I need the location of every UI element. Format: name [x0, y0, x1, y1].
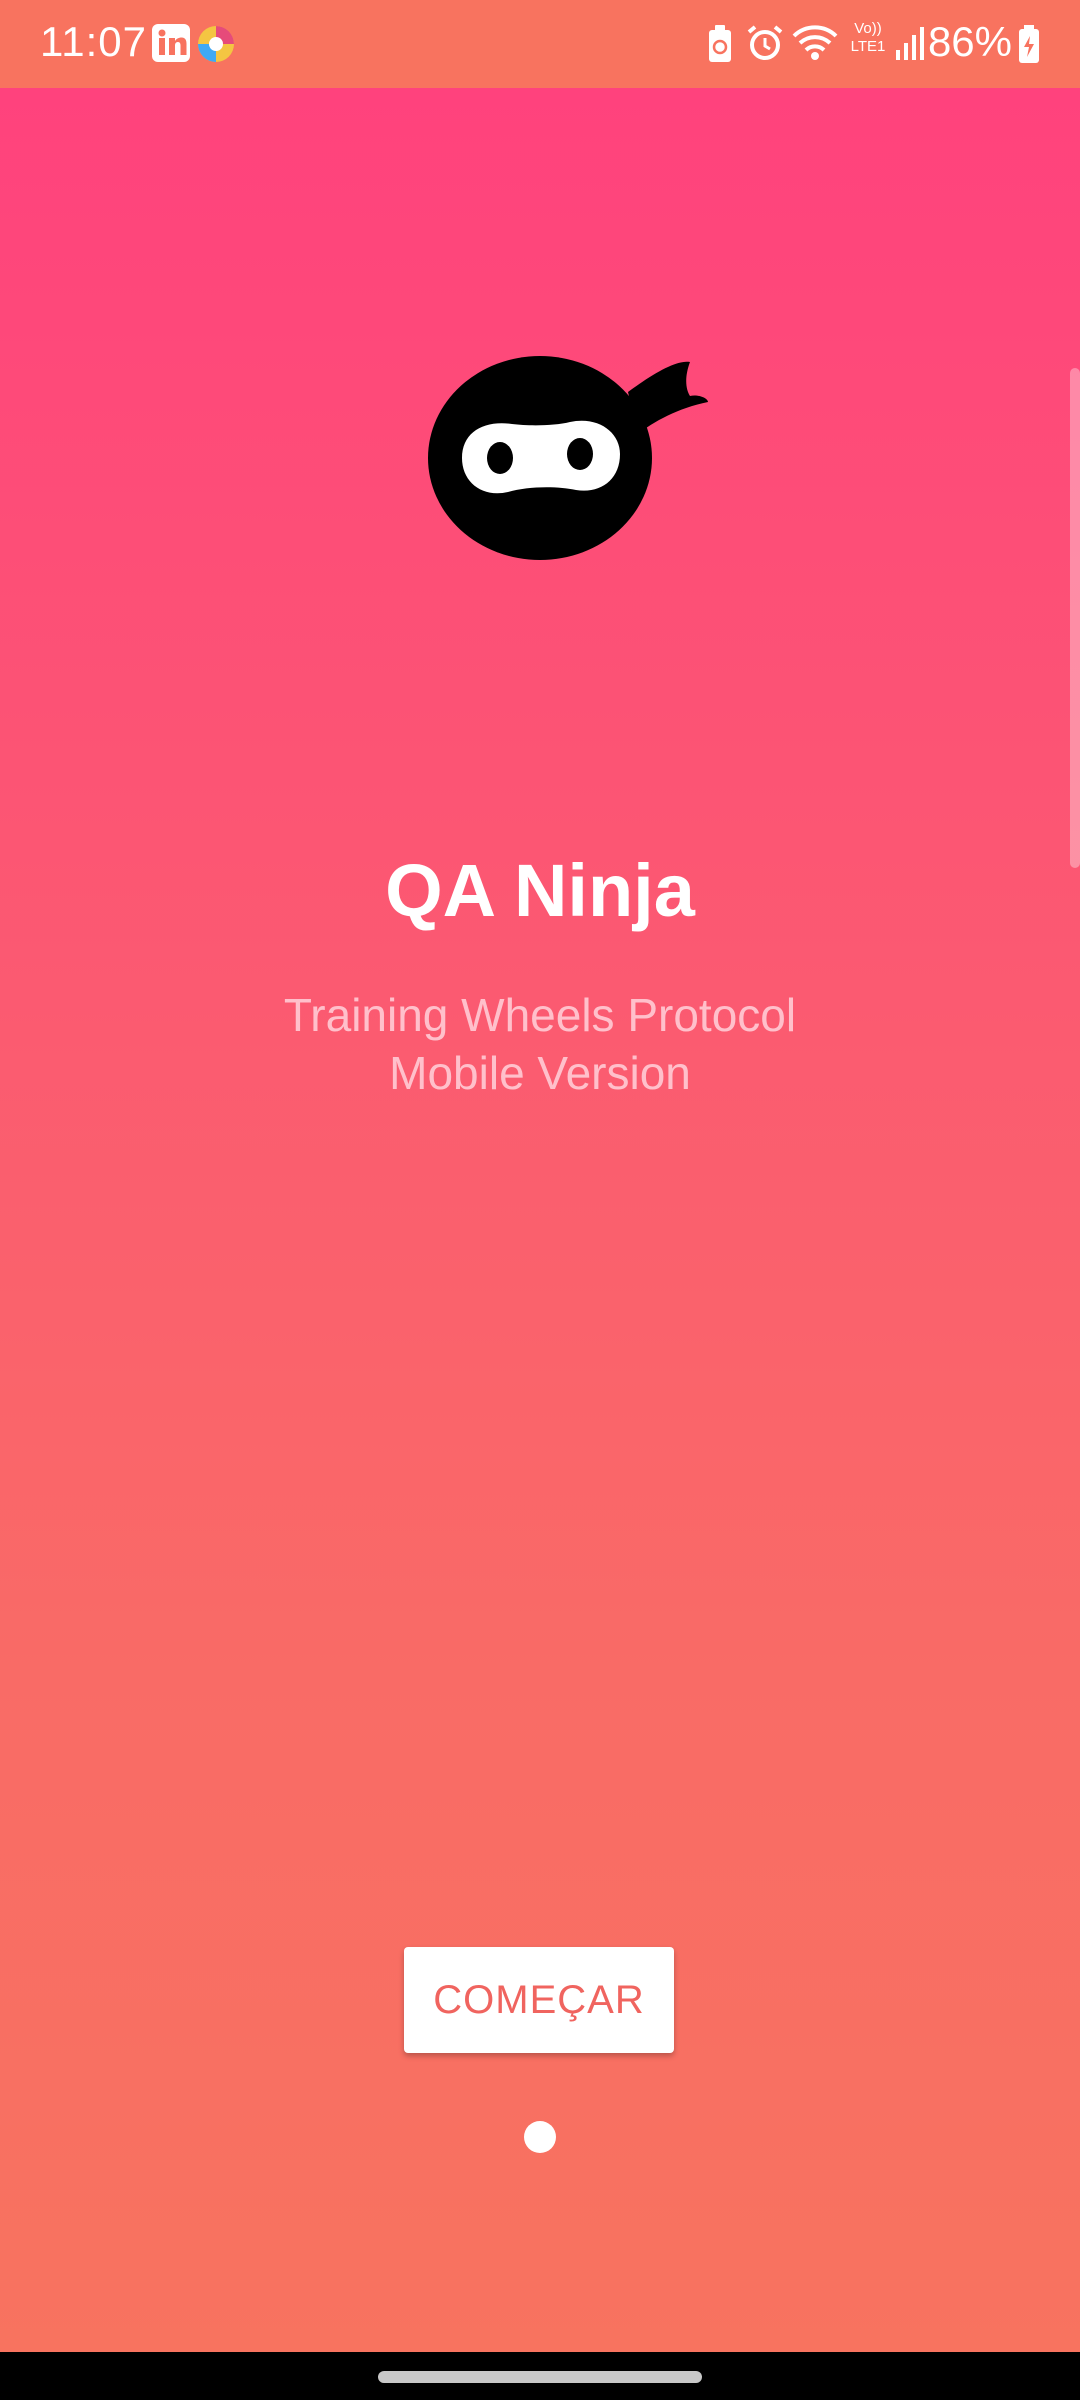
battery-saver-icon: [709, 25, 731, 62]
app-title: QA Ninja: [385, 849, 695, 932]
status-time: 11:07: [40, 18, 147, 65]
linkedin-icon: [152, 24, 190, 62]
alarm-icon: [747, 25, 783, 60]
ninja-logo-icon: [428, 356, 708, 560]
subtitle-line-1: Training Wheels Protocol: [283, 989, 797, 1041]
page-indicator-dot: [524, 2121, 556, 2153]
network-label: Vo)) LTE1: [850, 20, 886, 55]
lte-icon: Vo)) LTE1: [848, 20, 888, 56]
wifi-icon: [792, 25, 838, 60]
status-bar: 11:07 Vo)) LTE1 86%: [0, 0, 1080, 88]
browser-icon: [198, 26, 234, 62]
signal-icon: [896, 27, 924, 60]
subtitle-line-2: Mobile Version: [389, 1047, 691, 1099]
app-subtitle: Training Wheels Protocol Mobile Version: [0, 986, 1080, 1102]
battery-charging-icon: [1019, 25, 1039, 63]
scrollbar[interactable]: [1070, 368, 1080, 868]
start-button[interactable]: COMEÇAR: [404, 1947, 674, 2053]
home-gesture-handle[interactable]: [378, 2371, 702, 2383]
battery-percent: 86%: [927, 18, 1012, 65]
